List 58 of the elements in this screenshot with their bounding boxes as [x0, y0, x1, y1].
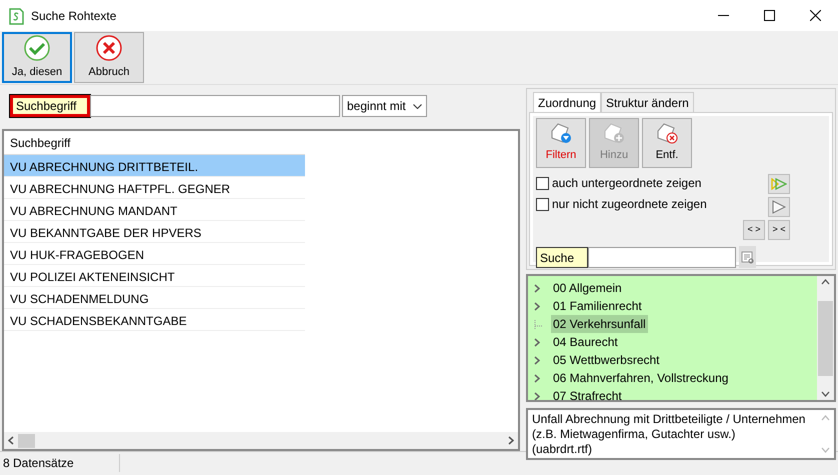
checkbox-label: nur nicht zugeordnete zeigen: [552, 196, 707, 213]
nav-button[interactable]: < >: [743, 220, 765, 240]
table-row[interactable]: VU HUK-FRAGEBOGEN: [4, 243, 305, 265]
tree-item[interactable]: 07 Strafrecht: [551, 387, 624, 400]
checkbox[interactable]: [536, 198, 549, 210]
table-row[interactable]: VU ABRECHNUNG MANDANT: [4, 199, 305, 221]
match-mode-dropdown[interactable]: beginnt mit: [342, 95, 427, 117]
checkbox[interactable]: [536, 176, 549, 190]
tree-item[interactable]: 02 Verkehrsunfall: [551, 315, 648, 333]
play-button[interactable]: [768, 197, 790, 217]
tab[interactable]: Struktur ändern: [601, 92, 694, 112]
filter-button[interactable]: Filtern: [536, 118, 586, 168]
table-row[interactable]: VU ABRECHNUNG HAFTPFL. GEGNER: [4, 177, 305, 199]
folder-icon: [602, 122, 626, 144]
description-line: (uabrdrt.rtf): [532, 442, 594, 457]
search-label: Suchbegriff: [10, 95, 90, 117]
folder-icon: [655, 122, 679, 144]
search-list-icon[interactable]: [739, 246, 756, 268]
scroll-down-icon[interactable]: [821, 391, 830, 397]
tab[interactable]: Zuordnung: [533, 92, 602, 112]
table-row[interactable]: VU BEKANNTGABE DER HPVERS: [4, 221, 305, 243]
description-line: (z.B. Mietwagenfirma, Gutachter usw.): [532, 427, 736, 442]
table-row[interactable]: VU POLIZEI AKTENEINSICHT: [4, 265, 305, 287]
chevron-icon[interactable]: [534, 284, 540, 292]
scroll-left-icon[interactable]: [8, 436, 14, 445]
chevron-icon[interactable]: [534, 302, 540, 310]
tree-item[interactable]: 04 Baurecht: [551, 333, 620, 351]
app-icon: [8, 6, 25, 25]
search-label: Suche: [536, 246, 588, 268]
chevron-icon[interactable]: [534, 338, 540, 346]
scroll-right-icon[interactable]: [508, 436, 514, 445]
chevron-icon[interactable]: [534, 392, 540, 400]
tree-search-field[interactable]: [588, 246, 736, 268]
nav-button[interactable]: > <: [768, 220, 790, 240]
cancel-icon: [96, 34, 122, 61]
remove-button[interactable]: Entf.: [642, 118, 692, 168]
scrollbar-thumb[interactable]: [818, 300, 833, 376]
tree-item[interactable]: 05 Wettbwerbsrecht: [551, 351, 662, 369]
chevron-icon[interactable]: [534, 374, 540, 382]
tree-item[interactable]: 06 Mahnverfahren, Vollstreckung: [551, 369, 730, 387]
scroll-up-icon[interactable]: [821, 279, 830, 285]
cancel-button[interactable]: Abbruch: [74, 32, 144, 83]
table-row[interactable]: VU SCHADENMELDUNG: [4, 287, 305, 309]
checkbox-label: auch untergeordnete zeigen: [552, 175, 702, 192]
tree-item[interactable]: 01 Familienrecht: [551, 297, 644, 315]
description-line: Unfall Abrechnung mit Drittbeteiligte / Unternehmen: [532, 412, 806, 427]
chevron-icon[interactable]: [534, 356, 540, 364]
confirm-button[interactable]: Ja, diesen: [2, 32, 72, 83]
caret-icon: [413, 104, 422, 108]
folder-icon: [549, 122, 573, 144]
status-text: 8 Datensätze: [0, 454, 120, 472]
window-title: Suche Rohtexte: [31, 8, 116, 24]
search-field[interactable]: [90, 95, 340, 117]
scrollbar-thumb[interactable]: [18, 434, 35, 448]
table-row[interactable]: VU SCHADENSBEKANNTGABE: [4, 309, 305, 331]
tree-item[interactable]: 00 Allgemein: [551, 279, 624, 297]
checkmark-icon: [24, 34, 50, 61]
table-row[interactable]: VU ABRECHNUNG DRITTBETEIL.: [4, 155, 305, 177]
